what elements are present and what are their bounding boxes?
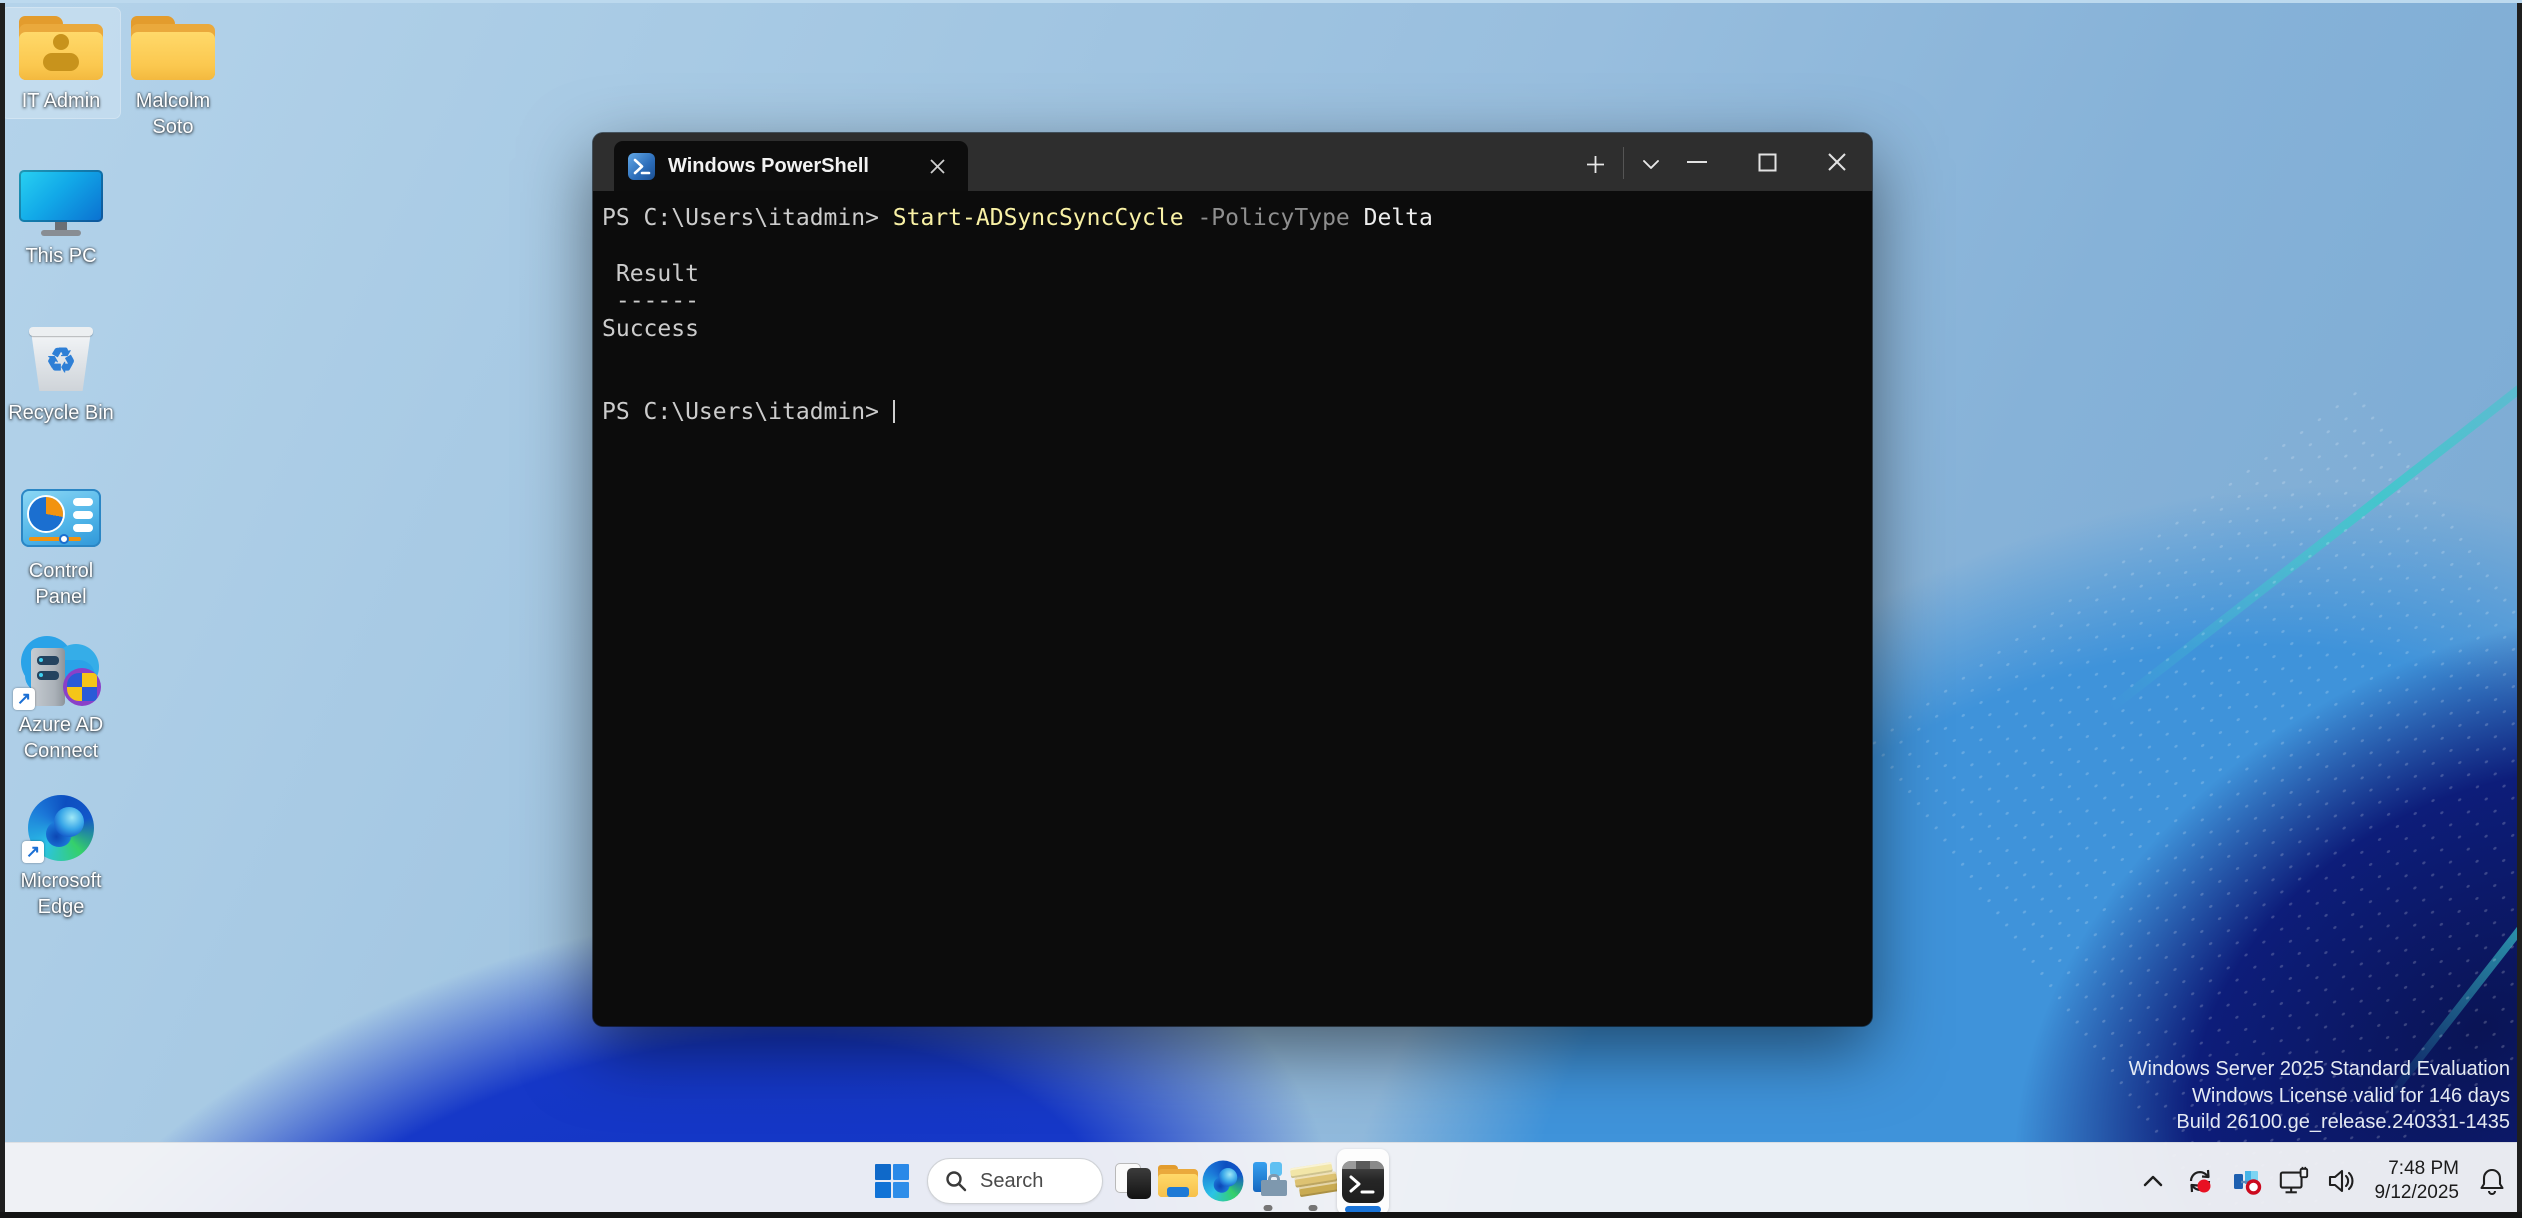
start-button[interactable] xyxy=(866,1146,918,1216)
windows-logo-icon xyxy=(875,1164,909,1198)
folder-icon xyxy=(129,12,217,84)
new-tab-icon[interactable] xyxy=(1573,144,1617,184)
clock-date: 9/12/2025 xyxy=(2374,1181,2459,1205)
text-cursor xyxy=(893,400,896,423)
icon-label: IT Admin xyxy=(22,88,101,114)
clock[interactable]: 7:48 PM 9/12/2025 xyxy=(2372,1157,2461,1205)
tab-title: Windows PowerShell xyxy=(668,155,920,178)
network-icon[interactable] xyxy=(2278,1165,2310,1197)
desktop-icon-control-panel[interactable]: Control Panel xyxy=(2,478,120,614)
watermark-line-2: Windows License valid for 146 days xyxy=(2129,1083,2510,1110)
server-manager-icon xyxy=(1249,1162,1287,1200)
folder-user-icon xyxy=(17,12,105,84)
desktop-icon-azure-ad-connect[interactable]: ↗ Azure AD Connect xyxy=(2,632,120,768)
task-view-icon xyxy=(1115,1163,1151,1199)
tabbar-divider xyxy=(1623,147,1624,179)
icon-label: Control Panel xyxy=(4,558,118,610)
edge-icon: ↗ xyxy=(28,792,94,864)
prompt-text: PS C:\Users\itadmin> xyxy=(602,399,893,425)
terminal-icon xyxy=(1342,1161,1384,1203)
clock-time: 7:48 PM xyxy=(2374,1157,2459,1181)
argument-text: Delta xyxy=(1364,205,1433,231)
evaluation-watermark: Windows Server 2025 Standard Evaluation … xyxy=(2129,1056,2510,1136)
azure-ad-connect-icon: ↗ xyxy=(15,636,107,708)
sync-status-icon[interactable] xyxy=(2184,1165,2216,1197)
result-header: Result xyxy=(602,261,1862,289)
icon-label: Malcolm Soto xyxy=(136,88,210,140)
terminal-blank-line xyxy=(602,233,1862,261)
desktop-icon-this-pc[interactable]: This PC xyxy=(2,163,120,273)
watermark-line-3: Build 26100.ge_release.240331-1435 xyxy=(2129,1109,2510,1136)
screen-border xyxy=(2517,0,2522,1218)
result-divider: ------ xyxy=(602,288,1862,316)
terminal-blank-line xyxy=(602,344,1862,372)
monitor-icon xyxy=(19,167,103,239)
icon-label: This PC xyxy=(25,243,96,269)
icon-label: Recycle Bin xyxy=(8,400,114,426)
recycle-bin-icon: ♻ xyxy=(29,324,93,396)
notification-bell-icon[interactable] xyxy=(2476,1165,2508,1197)
running-indicator xyxy=(1309,1205,1318,1211)
minimize-button[interactable] xyxy=(1662,133,1732,191)
result-value: Success xyxy=(602,316,1862,344)
edge-button[interactable] xyxy=(1202,1146,1244,1216)
desktop-screen: IT Admin Malcolm Soto This PC ♻ Recycle … xyxy=(0,0,2522,1218)
file-explorer-button[interactable] xyxy=(1157,1146,1199,1216)
desktop-icon-microsoft-edge[interactable]: ↗ Microsoft Edge xyxy=(2,788,120,924)
shortcut-arrow-icon: ↗ xyxy=(13,688,35,710)
terminal-command-line: PS C:\Users\itadmin> Start-ADSyncSyncCyc… xyxy=(602,205,1862,233)
shortcut-arrow-icon: ↗ xyxy=(22,841,44,863)
admin-tools-button[interactable] xyxy=(1292,1146,1334,1216)
watermark-line-1: Windows Server 2025 Standard Evaluation xyxy=(2129,1056,2510,1083)
volume-icon[interactable] xyxy=(2325,1165,2357,1197)
powershell-icon xyxy=(628,153,655,180)
tab-windows-powershell[interactable]: Windows PowerShell xyxy=(614,141,968,191)
icon-label: Azure AD Connect xyxy=(19,712,103,764)
screen-border xyxy=(0,0,5,1218)
screen-border xyxy=(0,0,2522,3)
edge-icon xyxy=(1203,1161,1244,1202)
taskbar: Search xyxy=(0,1142,2522,1218)
running-indicator xyxy=(1264,1205,1273,1211)
search-input[interactable]: Search xyxy=(927,1158,1103,1204)
tab-close-icon[interactable] xyxy=(920,149,954,183)
azure-ad-connect-tray-icon[interactable] xyxy=(2231,1165,2263,1197)
maximize-button[interactable] xyxy=(1732,133,1802,191)
desktop-icon-it-admin[interactable]: IT Admin xyxy=(2,8,120,118)
file-explorer-icon xyxy=(1158,1165,1198,1197)
terminal-button[interactable] xyxy=(1337,1146,1389,1216)
hidden-icons-chevron[interactable] xyxy=(2137,1165,2169,1197)
parameter-text: -PolicyType xyxy=(1184,205,1364,231)
terminal-titlebar[interactable]: Windows PowerShell xyxy=(593,133,1872,191)
screen-border xyxy=(0,1212,2522,1218)
server-manager-button[interactable] xyxy=(1247,1146,1289,1216)
task-view-button[interactable] xyxy=(1112,1146,1154,1216)
desktop-icon-malcolm-soto[interactable]: Malcolm Soto xyxy=(114,8,232,144)
prompt-text: PS C:\Users\itadmin> xyxy=(602,205,893,231)
terminal-viewport[interactable]: PS C:\Users\itadmin> Start-ADSyncSyncCyc… xyxy=(593,191,1872,1026)
search-icon xyxy=(944,1169,968,1193)
desktop-icon-recycle-bin[interactable]: ♻ Recycle Bin xyxy=(2,320,120,430)
search-placeholder: Search xyxy=(980,1170,1043,1193)
control-panel-icon xyxy=(21,482,101,554)
terminal-prompt-line: PS C:\Users\itadmin> xyxy=(602,399,1862,427)
windows-terminal-window: Windows PowerShell xyxy=(593,133,1872,1026)
terminal-blank-line xyxy=(602,372,1862,400)
icon-label: Microsoft Edge xyxy=(20,868,101,920)
books-icon xyxy=(1289,1160,1336,1202)
command-text: Start-ADSyncSyncCycle xyxy=(893,205,1184,231)
close-button[interactable] xyxy=(1802,133,1872,191)
